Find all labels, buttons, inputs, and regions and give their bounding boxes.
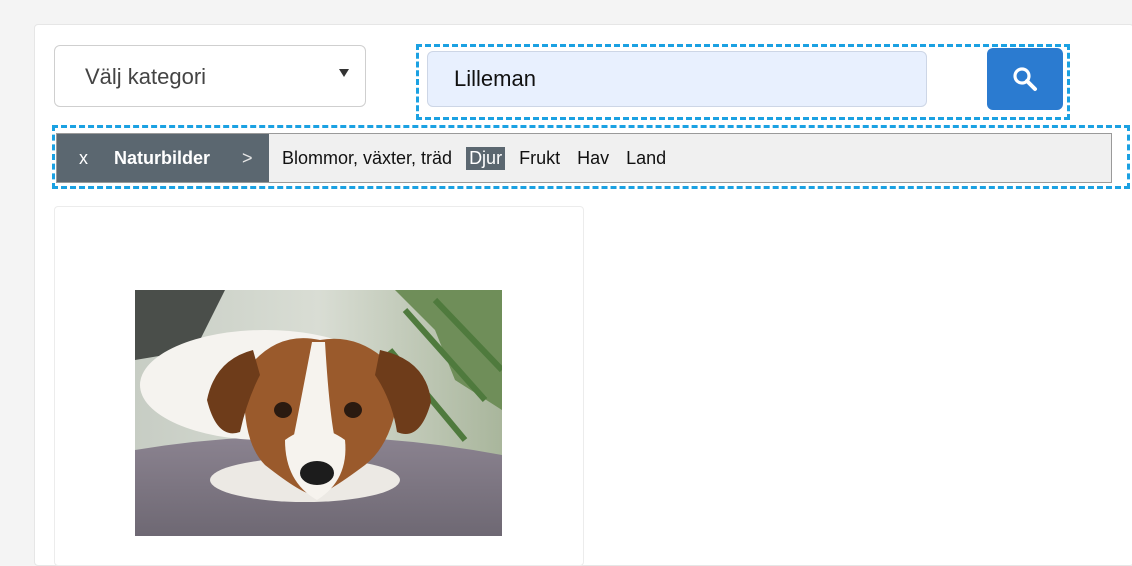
search-icon [1013, 67, 1037, 91]
dropdown-arrow-icon [339, 69, 349, 77]
subcategory-djur[interactable]: Djur [466, 147, 506, 170]
breadcrumb-category[interactable]: Naturbilder [114, 148, 210, 169]
category-filter-bar: x Naturbilder > Blommor, växter, träd Dju… [56, 133, 1112, 183]
subcategory-hav[interactable]: Hav [574, 147, 612, 170]
search-input[interactable] [427, 51, 927, 107]
breadcrumb: x Naturbilder > [57, 134, 269, 182]
subcategory-blommor[interactable]: Blommor, växter, träd [279, 147, 455, 170]
subcategory-land[interactable]: Land [623, 147, 669, 170]
subcategory-list: Blommor, växter, träd Djur Frukt Hav Land [279, 147, 680, 170]
dog-photo[interactable] [135, 290, 502, 536]
subcategory-frukt[interactable]: Frukt [516, 147, 563, 170]
category-select[interactable]: Välj kategori [54, 45, 366, 107]
search-button[interactable] [987, 48, 1063, 110]
breadcrumb-separator: > [242, 148, 253, 168]
category-select-value: Välj kategori [85, 64, 207, 89]
clear-category-button[interactable]: x [79, 148, 88, 169]
